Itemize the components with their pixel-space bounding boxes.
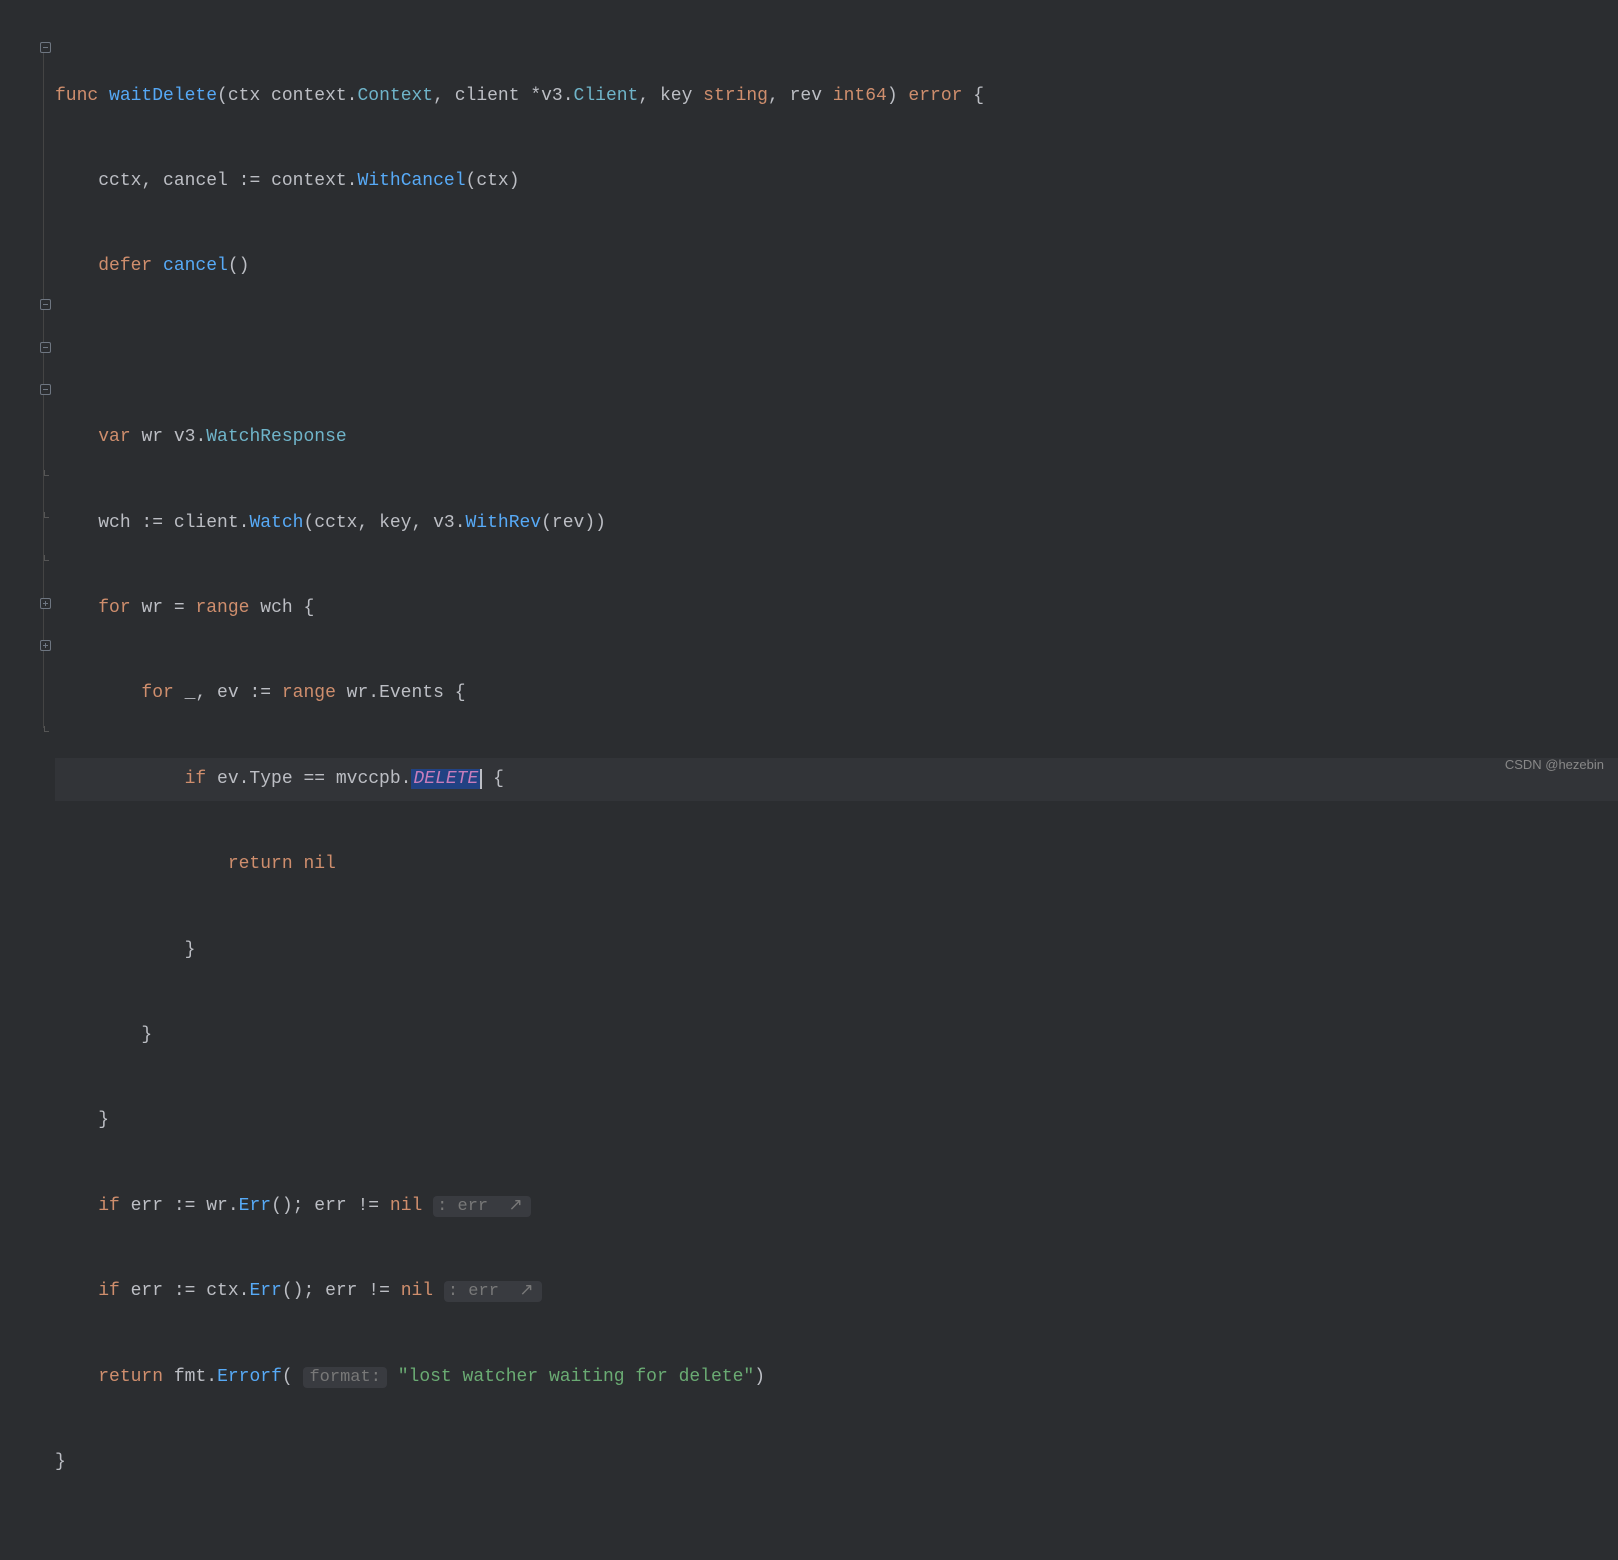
fold-icon[interactable] bbox=[38, 340, 52, 354]
string-literal: "lost watcher waiting for delete" bbox=[398, 1367, 754, 1387]
code-line[interactable]: return nil bbox=[55, 843, 1618, 886]
code-line[interactable]: return fmt.Errorf( format: "lost watcher… bbox=[55, 1356, 1618, 1399]
code-line[interactable]: var wr v3.WatchResponse bbox=[55, 416, 1618, 459]
fold-end-icon bbox=[38, 724, 52, 738]
code-editor[interactable]: func waitDelete(ctx context.Context, cli… bbox=[0, 0, 1618, 780]
code-line[interactable] bbox=[55, 331, 1618, 374]
watermark: CSDN @hezebin bbox=[1505, 757, 1604, 772]
code-line[interactable]: func waitDelete(ctx context.Context, cli… bbox=[55, 75, 1618, 118]
code-line[interactable]: if err := ctx.Err(); err != nil : err bbox=[55, 1270, 1618, 1313]
selected-constant: DELETE bbox=[411, 769, 482, 789]
fold-icon[interactable] bbox=[38, 40, 52, 54]
code-line[interactable]: } bbox=[55, 929, 1618, 972]
keyword-func: func bbox=[55, 86, 109, 106]
code-content[interactable]: func waitDelete(ctx context.Context, cli… bbox=[55, 0, 1618, 780]
code-line[interactable]: } bbox=[55, 1014, 1618, 1057]
code-line[interactable]: } bbox=[55, 1441, 1618, 1484]
fold-icon[interactable] bbox=[38, 297, 52, 311]
code-line[interactable]: wch := client.Watch(cctx, key, v3.WithRe… bbox=[55, 502, 1618, 545]
code-line[interactable]: if err := wr.Err(); err != nil : err bbox=[55, 1185, 1618, 1228]
fold-end-icon bbox=[38, 553, 52, 567]
code-line[interactable]: for wr = range wch { bbox=[55, 587, 1618, 630]
fold-icon[interactable] bbox=[38, 382, 52, 396]
function-name: waitDelete bbox=[109, 86, 217, 106]
gutter bbox=[0, 0, 55, 780]
code-line[interactable]: cctx, cancel := context.WithCancel(ctx) bbox=[55, 160, 1618, 203]
fold-end-icon bbox=[38, 468, 52, 482]
inline-hint: : err bbox=[433, 1196, 531, 1217]
fold-icon[interactable] bbox=[38, 596, 52, 610]
code-line[interactable]: } bbox=[55, 1099, 1618, 1142]
code-line-active[interactable]: if ev.Type == mvccpb.DELETE { bbox=[55, 758, 1618, 801]
fold-icon[interactable] bbox=[38, 638, 52, 652]
code-line[interactable]: for _, ev := range wr.Events { bbox=[55, 672, 1618, 715]
inline-hint: : err bbox=[444, 1281, 542, 1302]
code-line[interactable]: defer cancel() bbox=[55, 245, 1618, 288]
param-hint: format: bbox=[303, 1367, 386, 1388]
fold-end-icon bbox=[38, 510, 52, 524]
